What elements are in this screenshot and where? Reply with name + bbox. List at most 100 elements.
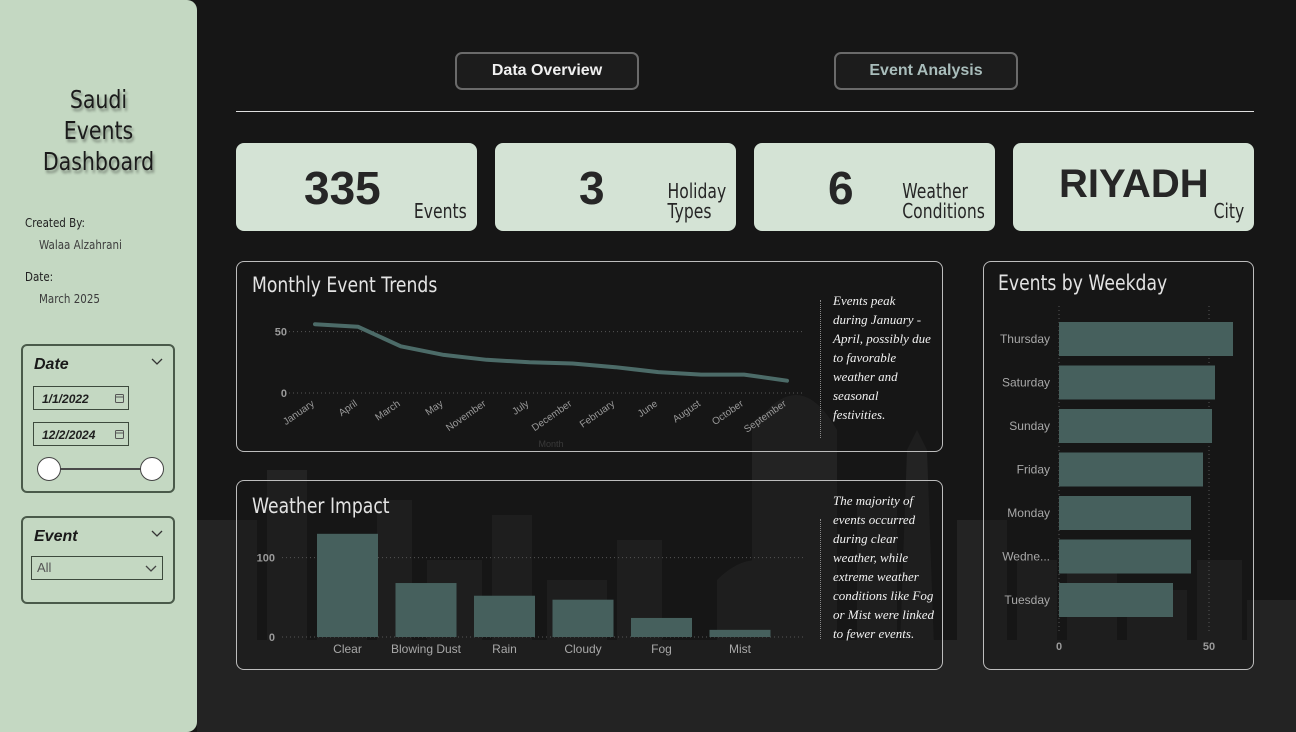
- chevron-down-icon[interactable]: [151, 530, 163, 538]
- kpi-weather-label: Weather Conditions: [902, 179, 985, 223]
- y-tick-label: 0: [281, 388, 287, 400]
- y-tick-label: Friday: [1017, 463, 1050, 477]
- x-tick-label: January: [281, 398, 316, 427]
- weather-bar: [631, 617, 692, 637]
- weather-impact-note: The majority of events occurred during c…: [833, 493, 934, 641]
- x-tick-label: July: [510, 398, 531, 417]
- tab-data-overview[interactable]: Data Overview: [455, 52, 639, 90]
- data-point: [742, 373, 746, 377]
- weekday-bar: [1059, 322, 1233, 356]
- tab-event-analysis[interactable]: Event Analysis: [834, 52, 1018, 90]
- x-tick-label: November: [444, 398, 489, 434]
- weekday-bar-chart: 0 50 Thursday Saturday Sunday Friday Monday Wed…: [1000, 306, 1233, 653]
- dashboard-title: Saudi Events Dashboard: [42, 85, 155, 176]
- date-slicer-title: Date: [34, 356, 69, 373]
- note-divider: [820, 519, 821, 639]
- kpi-card-holiday-types: 3 Holiday Types: [495, 143, 736, 231]
- weekday-bar: [1059, 583, 1173, 617]
- x-tick-label: April: [337, 398, 360, 418]
- date-start-value: 1/1/2022: [42, 392, 89, 406]
- kpi-holiday-value: 3: [579, 162, 605, 214]
- data-point: [313, 322, 317, 326]
- calendar-icon[interactable]: [115, 429, 124, 439]
- y-tick-label: 0: [269, 632, 275, 644]
- weather-bar: [709, 629, 771, 637]
- x-tick-label: 0: [1056, 641, 1062, 653]
- weekday-bar: [1059, 365, 1215, 400]
- data-point: [528, 360, 532, 364]
- weather-bar: [317, 533, 378, 637]
- date-range-end-handle[interactable]: [140, 457, 164, 481]
- trend-line: [313, 322, 789, 383]
- x-tick-label: May: [424, 398, 446, 418]
- weekday-bar: [1059, 539, 1191, 574]
- date-range-start-handle[interactable]: [37, 457, 61, 481]
- y-tick-label: Saturday: [1002, 376, 1050, 390]
- event-slicer: Event All: [21, 516, 175, 604]
- weekday-bar: [1059, 496, 1191, 530]
- y-tick-label: Thursday: [1000, 332, 1050, 346]
- calendar-icon[interactable]: [115, 393, 124, 403]
- kpi-weather-value: 6: [828, 162, 854, 214]
- date-end-input[interactable]: 12/2/2024: [33, 422, 129, 446]
- data-point: [485, 358, 489, 362]
- x-tick-label: Blowing Dust: [391, 642, 462, 656]
- monthly-trends-panel: Monthly Event Trends 0 50 January April Marc…: [236, 261, 943, 452]
- data-point: [785, 379, 789, 383]
- weather-impact-panel: Weather Impact 0 100 Clear Blowing Dust Rain…: [236, 480, 943, 670]
- data-point: [699, 373, 703, 377]
- date-end-value: 12/2/2024: [42, 428, 96, 442]
- weekday-bar: [1059, 452, 1203, 487]
- kpi-card-weather-conditions: 6 Weather Conditions: [754, 143, 995, 231]
- kpi-card-city: RIYADH City: [1013, 143, 1254, 231]
- event-dropdown[interactable]: All: [31, 556, 163, 580]
- x-axis-label: Month: [538, 439, 563, 449]
- chevron-down-icon[interactable]: [151, 358, 163, 366]
- header-divider: [236, 111, 1254, 112]
- kpi-events-label: Events: [414, 199, 467, 223]
- monthly-line-chart: 0 50 January April March MayNovember JulyDecem…: [275, 322, 803, 449]
- x-tick-label: December: [530, 398, 575, 434]
- x-tick-label: June: [636, 398, 660, 420]
- y-tick-label: 100: [257, 553, 275, 565]
- data-point: [656, 370, 660, 374]
- kpi-city-label: City: [1213, 199, 1244, 223]
- kpi-events-value: 335: [304, 162, 381, 214]
- x-tick-label: Mist: [729, 642, 752, 656]
- data-point: [613, 365, 617, 369]
- date-label: Date:: [25, 270, 54, 284]
- event-slicer-title: Event: [34, 528, 78, 545]
- x-tick-label: Fog: [651, 642, 672, 656]
- date-start-input[interactable]: 1/1/2022: [33, 386, 129, 410]
- monthly-trends-note: Events peak during January - April, poss…: [833, 293, 931, 422]
- weather-bar: [395, 583, 457, 637]
- data-point: [570, 362, 574, 366]
- y-tick-label: Sunday: [1009, 419, 1050, 433]
- date-value: March 2025: [39, 292, 101, 306]
- chevron-down-icon: [145, 565, 157, 572]
- weekday-panel: Events by Weekday 0 50 Thursday Saturday Sun…: [983, 261, 1254, 670]
- x-tick-label: September: [742, 398, 789, 435]
- data-point: [399, 344, 403, 348]
- kpi-city-value: RIYADH: [1059, 162, 1209, 206]
- x-tick-label: February: [578, 398, 617, 430]
- x-tick-label: March: [373, 398, 402, 423]
- x-tick-label: August: [671, 398, 703, 425]
- x-tick-label: Rain: [492, 642, 517, 656]
- weather-bar: [474, 595, 535, 637]
- weather-bar-chart: 0 100 Clear Blowing Dust Rain Cloudy Fog Mist: [257, 533, 803, 656]
- x-tick-label: Cloudy: [564, 642, 601, 656]
- event-dropdown-value: All: [37, 560, 52, 575]
- x-tick-label: October: [710, 398, 746, 428]
- weather-bar: [552, 599, 614, 637]
- date-range-track: [50, 468, 154, 470]
- created-by-label: Created By:: [25, 216, 86, 230]
- data-point: [442, 353, 446, 357]
- y-tick-label: 50: [275, 327, 287, 339]
- data-point: [356, 325, 360, 329]
- weekday-bar: [1059, 409, 1212, 443]
- x-tick-label: Clear: [333, 642, 362, 656]
- x-tick-label: 50: [1203, 641, 1215, 653]
- y-tick-label: Tuesday: [1004, 593, 1050, 607]
- y-tick-label: Wedne...: [1002, 550, 1050, 564]
